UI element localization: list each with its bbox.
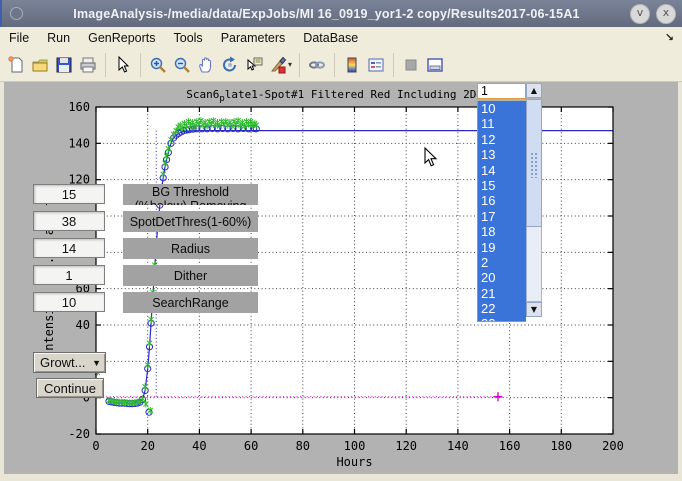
spot-list-item[interactable]: 14 — [478, 163, 526, 178]
radius-label: Radius — [123, 238, 258, 259]
spot-list-item[interactable]: 15 — [478, 178, 526, 193]
searchrange-input[interactable]: 10 — [33, 292, 105, 312]
spot-list-item[interactable]: 2 — [478, 255, 526, 270]
radius-input[interactable]: 14 — [33, 238, 105, 258]
zoom-out-icon[interactable] — [171, 54, 193, 76]
scroll-down-button[interactable]: ▼ — [526, 302, 542, 317]
spot-list-item[interactable]: 22 — [478, 301, 526, 316]
left-edge — [0, 82, 4, 481]
menu-database[interactable]: DataBase — [294, 29, 367, 47]
insert-colorbar-icon[interactable] — [341, 54, 363, 76]
svg-text:180: 180 — [550, 439, 572, 453]
pan-hand-icon[interactable] — [195, 54, 217, 76]
menu-parameters[interactable]: Parameters — [212, 29, 295, 47]
svg-text:60: 60 — [244, 439, 258, 453]
bg-threshold-input[interactable]: 15 — [33, 184, 105, 204]
window-menu-icon[interactable] — [10, 7, 23, 20]
spot-list-item[interactable]: 19 — [478, 240, 526, 255]
title-bar: ImageAnalysis-/media/data/ExpJobs/MI 16_… — [0, 0, 682, 27]
insert-legend-icon[interactable] — [365, 54, 387, 76]
svg-text:80: 80 — [296, 439, 310, 453]
svg-text:40: 40 — [76, 318, 90, 332]
bottom-edge — [0, 474, 682, 481]
disabled-square-icon — [400, 54, 422, 76]
scrollbar-grip — [530, 152, 539, 178]
link-plots-icon[interactable] — [306, 54, 328, 76]
menu-file[interactable]: File — [0, 29, 38, 47]
scroll-up-button[interactable]: ▲ — [526, 83, 542, 98]
svg-text:140: 140 — [68, 136, 90, 150]
spot-list-item[interactable]: 12 — [478, 132, 526, 147]
spot-list-item[interactable]: 18 — [478, 224, 526, 239]
toolbar: ▾ — [0, 48, 682, 82]
data-cursor-icon[interactable] — [243, 54, 265, 76]
spotdetthres-label: SpotDetThres(1-60%) — [123, 211, 258, 232]
spot-list-item[interactable]: 10 — [478, 101, 526, 116]
brush-dropdown-caret[interactable]: ▾ — [288, 60, 292, 69]
app-window: ImageAnalysis-/media/data/ExpJobs/MI 16_… — [0, 0, 682, 481]
menu-genreports[interactable]: GenReports — [79, 29, 164, 47]
spot-list-item[interactable]: 23 — [478, 316, 526, 322]
spot-list-item[interactable]: 17 — [478, 209, 526, 224]
chevron-down-icon: ▼ — [92, 358, 101, 368]
spot-selector-list: 10111213141516171819220212223 — [477, 101, 526, 322]
bg-threshold-label: BG Threshold(%below) Removing — [123, 184, 258, 205]
zoom-in-icon[interactable] — [147, 54, 169, 76]
scrollbar-thumb[interactable] — [526, 99, 542, 227]
spot-selector-value[interactable]: 1 — [477, 83, 526, 99]
continue-button[interactable]: Continue — [36, 378, 104, 398]
spot-list-item[interactable]: 16 — [478, 193, 526, 208]
svg-text:160: 160 — [68, 100, 90, 114]
svg-text:20: 20 — [140, 439, 154, 453]
spotdetthres-input[interactable]: 38 — [33, 211, 105, 231]
rotate-3d-icon[interactable] — [219, 54, 241, 76]
svg-text:40: 40 — [192, 439, 206, 453]
svg-text:160: 160 — [499, 439, 521, 453]
svg-text:120: 120 — [395, 439, 417, 453]
close-button[interactable]: x — [656, 4, 676, 24]
new-file-icon[interactable] — [5, 54, 27, 76]
mouse-cursor-icon — [424, 147, 438, 173]
spot-list-item[interactable]: 21 — [478, 286, 526, 301]
searchrange-label: SearchRange — [123, 292, 258, 313]
print-icon[interactable] — [77, 54, 99, 76]
svg-text:100: 100 — [344, 439, 366, 453]
save-icon[interactable] — [53, 54, 75, 76]
right-edge — [678, 82, 682, 481]
dither-label: Dither — [123, 265, 258, 286]
dock-arrow-icon[interactable]: ↘ — [665, 31, 674, 44]
spot-list-item[interactable]: 13 — [478, 147, 526, 162]
svg-text:-20: -20 — [68, 427, 90, 441]
svg-text:Hours: Hours — [336, 455, 372, 469]
menu-run[interactable]: Run — [38, 29, 79, 47]
shade-button[interactable]: v — [630, 4, 650, 24]
window-title: ImageAnalysis-/media/data/ExpJobs/MI 16_… — [23, 7, 630, 21]
svg-text:0: 0 — [92, 439, 99, 453]
menu-tools[interactable]: Tools — [165, 29, 212, 47]
figure-area: -200204060801001201401600204060801001201… — [0, 82, 682, 474]
spot-list-item[interactable]: 11 — [478, 116, 526, 131]
svg-text:140: 140 — [447, 439, 469, 453]
open-file-icon[interactable] — [29, 54, 51, 76]
growth-dropdown[interactable]: Growt... ▼ — [33, 352, 106, 373]
spot-list-item[interactable]: 20 — [478, 270, 526, 285]
plot-tools-icon[interactable] — [424, 54, 446, 76]
dither-input[interactable]: 1 — [33, 265, 105, 285]
svg-text:200: 200 — [602, 439, 624, 453]
brush-icon[interactable] — [267, 54, 289, 76]
arrow-cursor-icon[interactable] — [112, 54, 134, 76]
menu-bar: File Run GenReports Tools Parameters Dat… — [0, 27, 682, 48]
